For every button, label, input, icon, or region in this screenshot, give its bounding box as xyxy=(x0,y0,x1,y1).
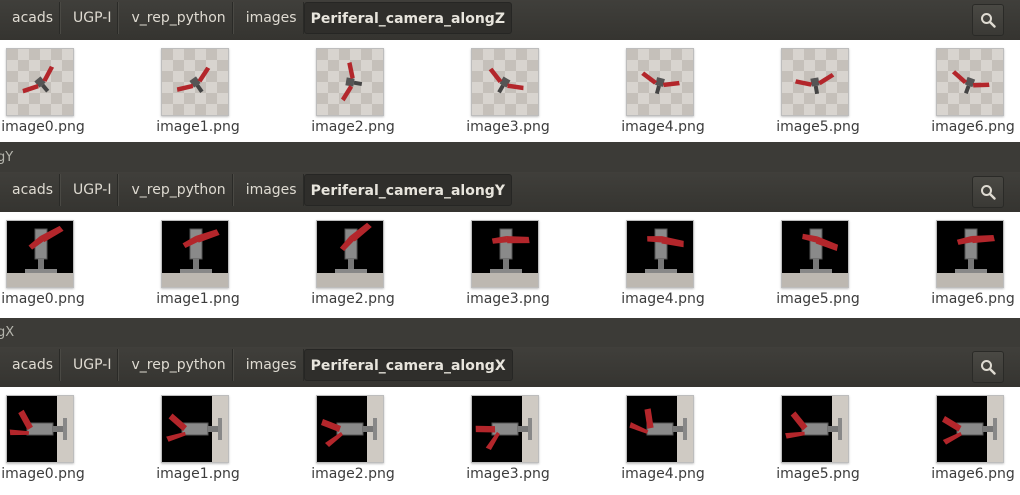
breadcrumb-acads[interactable]: acads xyxy=(0,2,61,34)
file-name: image1.png xyxy=(156,466,240,482)
file-item[interactable]: image3.png xyxy=(458,395,558,485)
file-item[interactable]: image4.png xyxy=(613,48,713,138)
file-name: image4.png xyxy=(621,466,705,482)
file-name: image3.png xyxy=(466,119,550,135)
file-name: image1.png xyxy=(156,291,240,307)
breadcrumb-acads[interactable]: acads xyxy=(0,174,61,206)
window-title-text: gY xyxy=(0,150,14,165)
breadcrumb-current-folder[interactable]: Periferal_camera_alongX xyxy=(303,349,513,381)
image-thumbnail[interactable] xyxy=(626,220,694,288)
breadcrumb-images[interactable]: images xyxy=(232,2,304,34)
file-item[interactable]: image1.png xyxy=(148,48,248,138)
window-title: gY xyxy=(0,150,1020,166)
file-item[interactable]: image0.png xyxy=(0,220,93,310)
breadcrumb-current-folder[interactable]: Periferal_camera_alongY xyxy=(303,174,512,206)
file-name: image6.png xyxy=(931,119,1015,135)
image-thumbnail[interactable] xyxy=(316,395,384,463)
file-name: image2.png xyxy=(311,466,395,482)
file-item[interactable]: image0.png xyxy=(0,395,93,485)
file-item[interactable]: image3.png xyxy=(458,48,558,138)
file-name: image0.png xyxy=(1,466,85,482)
image-thumbnail[interactable] xyxy=(471,48,539,116)
file-name: image3.png xyxy=(466,291,550,307)
breadcrumb-images[interactable]: images xyxy=(232,349,304,381)
breadcrumb-images[interactable]: images xyxy=(232,174,304,206)
image-thumbnail[interactable] xyxy=(6,48,74,116)
file-item[interactable]: image5.png xyxy=(768,220,868,310)
path-toolbar: acads UGP-I v_rep_python images Perifera… xyxy=(0,347,1020,388)
file-name: image2.png xyxy=(311,119,395,135)
file-name: image4.png xyxy=(621,291,705,307)
image-thumbnail[interactable] xyxy=(471,395,539,463)
file-item[interactable]: image2.png xyxy=(303,395,403,485)
file-name: image0.png xyxy=(1,119,85,135)
file-name: image5.png xyxy=(776,291,860,307)
file-name: image3.png xyxy=(466,466,550,482)
image-thumbnail[interactable] xyxy=(161,220,229,288)
file-item[interactable]: image2.png xyxy=(303,220,403,310)
file-grid: image0.png image1.png image2.png image3.… xyxy=(0,212,1020,318)
image-thumbnail[interactable] xyxy=(316,220,384,288)
breadcrumb: acads UGP-I v_rep_python images Perifera… xyxy=(0,2,512,34)
file-item[interactable]: image6.png xyxy=(923,220,1020,310)
file-item[interactable]: image4.png xyxy=(613,220,713,310)
file-item[interactable]: image5.png xyxy=(768,48,868,138)
breadcrumb-ugp[interactable]: UGP-I xyxy=(60,349,119,381)
image-thumbnail[interactable] xyxy=(781,395,849,463)
image-thumbnail[interactable] xyxy=(781,48,849,116)
breadcrumb-current-folder[interactable]: Periferal_camera_alongZ xyxy=(303,2,512,34)
window-title: gX xyxy=(0,325,1020,341)
image-thumbnail[interactable] xyxy=(781,220,849,288)
search-button[interactable] xyxy=(972,176,1004,208)
image-thumbnail[interactable] xyxy=(161,395,229,463)
image-thumbnail[interactable] xyxy=(936,220,1004,288)
breadcrumb-v-rep-python[interactable]: v_rep_python xyxy=(118,349,233,381)
file-name: image4.png xyxy=(621,119,705,135)
search-icon xyxy=(981,360,996,375)
breadcrumb-acads[interactable]: acads xyxy=(0,349,61,381)
breadcrumb-v-rep-python[interactable]: v_rep_python xyxy=(118,2,233,34)
file-name: image2.png xyxy=(311,291,395,307)
search-icon xyxy=(981,185,996,200)
image-thumbnail[interactable] xyxy=(936,395,1004,463)
breadcrumb: acads UGP-I v_rep_python images Perifera… xyxy=(0,349,513,381)
file-name: image0.png xyxy=(1,291,85,307)
image-thumbnail[interactable] xyxy=(316,48,384,116)
breadcrumb-ugp[interactable]: UGP-I xyxy=(60,2,119,34)
path-toolbar: acads UGP-I v_rep_python images Perifera… xyxy=(0,0,1020,41)
image-thumbnail[interactable] xyxy=(626,48,694,116)
file-item[interactable]: image4.png xyxy=(613,395,713,485)
window-title-text: gX xyxy=(0,325,15,340)
breadcrumb-v-rep-python[interactable]: v_rep_python xyxy=(118,174,233,206)
file-grid: image0.png image1.png image2.png image3.… xyxy=(0,387,1020,495)
image-thumbnail[interactable] xyxy=(6,395,74,463)
image-thumbnail[interactable] xyxy=(161,48,229,116)
file-name: image1.png xyxy=(156,119,240,135)
image-thumbnail[interactable] xyxy=(626,395,694,463)
file-name: image6.png xyxy=(931,466,1015,482)
file-item[interactable]: image2.png xyxy=(303,48,403,138)
file-grid: image0.png image1.png image2.png image3.… xyxy=(0,40,1020,142)
image-thumbnail[interactable] xyxy=(471,220,539,288)
search-button[interactable] xyxy=(972,351,1004,383)
path-toolbar: acads UGP-I v_rep_python images Perifera… xyxy=(0,172,1020,213)
breadcrumb-ugp[interactable]: UGP-I xyxy=(60,174,119,206)
image-thumbnail[interactable] xyxy=(936,48,1004,116)
file-item[interactable]: image1.png xyxy=(148,220,248,310)
file-item[interactable]: image1.png xyxy=(148,395,248,485)
file-item[interactable]: image6.png xyxy=(923,48,1020,138)
file-name: image5.png xyxy=(776,119,860,135)
breadcrumb: acads UGP-I v_rep_python images Perifera… xyxy=(0,174,512,206)
file-item[interactable]: image0.png xyxy=(0,48,93,138)
search-button[interactable] xyxy=(972,4,1004,36)
search-icon xyxy=(981,13,996,28)
file-item[interactable]: image5.png xyxy=(768,395,868,485)
file-item[interactable]: image6.png xyxy=(923,395,1020,485)
file-name: image6.png xyxy=(931,291,1015,307)
file-name: image5.png xyxy=(776,466,860,482)
file-item[interactable]: image3.png xyxy=(458,220,558,310)
image-thumbnail[interactable] xyxy=(6,220,74,288)
